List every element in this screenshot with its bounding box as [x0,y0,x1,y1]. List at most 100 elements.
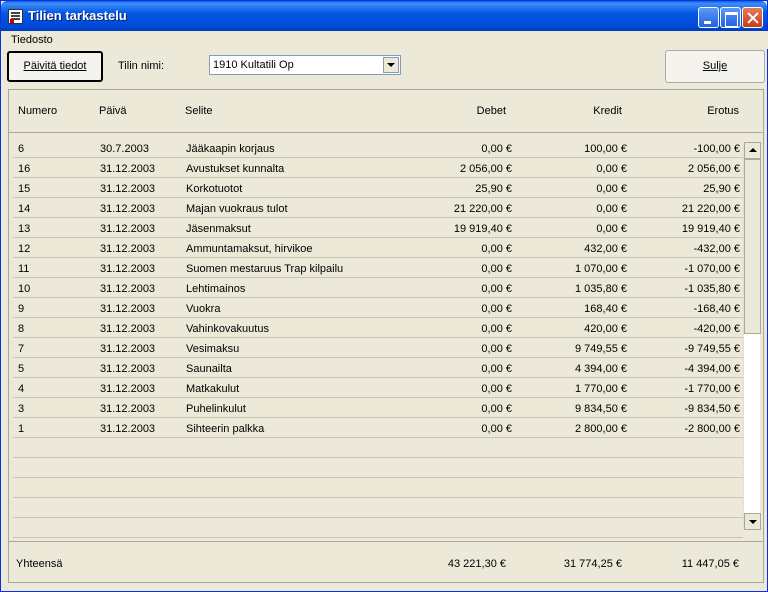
close-icon[interactable] [742,7,763,28]
cell-number: 11 [18,263,30,275]
totals-debet: 43 221,30 € [447,558,506,570]
cell-difference: 21 220,00 € [681,203,740,215]
account-name-label: Tilin nimi: [118,60,165,72]
cell-date: 31.12.2003 [100,363,156,375]
empty-row [13,518,743,538]
table-row[interactable]: 15 31.12.2003 Korkotuotot 25,90 € 0,00 € 25,9… [13,178,743,198]
cell-difference: -9 834,50 € [684,403,740,415]
table-row[interactable]: 3 31.12.2003 Puhelinkulut 0,00 € 9 834,50 € -… [13,398,743,418]
cell-number: 15 [18,183,31,195]
cell-number: 5 [18,363,25,375]
cell-kredit: 420,00 € [584,323,627,335]
table-row[interactable]: 16 31.12.2003 Avustukset kunnalta 2 056,00 … [13,158,743,178]
table-row[interactable]: 1 31.12.2003 Sihteerin palkka 0,00 € 2 800,0… [13,418,743,438]
table-row[interactable]: 8 31.12.2003 Vahinkovakuutus 0,00 € 420,00 €… [13,318,743,338]
cell-number: 13 [18,223,31,235]
cell-kredit: 0,00 € [596,183,627,195]
cell-difference: -9 749,55 € [684,343,740,355]
cell-difference: -1 035,80 € [684,283,740,295]
cell-difference: 25,90 € [703,183,740,195]
cell-kredit: 0,00 € [596,223,627,235]
cell-debet: 0,00 € [481,323,512,335]
header-debet[interactable]: Debet [477,105,506,117]
table-empty-area [13,438,743,538]
cell-difference: -432,00 € [693,243,740,255]
cell-debet: 0,00 € [481,303,512,315]
scroll-up-icon[interactable] [744,142,761,159]
table-row[interactable]: 12 31.12.2003 Ammuntamaksut, hirvikoe 0,00 … [13,238,743,258]
cell-description: Matkakulut [186,383,240,395]
cell-date: 31.12.2003 [100,163,156,175]
window-title: Tilien tarkastelu [28,8,127,23]
cell-date: 31.12.2003 [100,183,156,195]
cell-kredit: 100,00 € [584,143,627,155]
table-row[interactable]: 13 31.12.2003 Jäsenmaksut 19 919,40 € 0,00 €… [13,218,743,238]
cell-debet: 19 919,40 € [453,223,512,235]
table-row[interactable]: 7 31.12.2003 Vesimaksu 0,00 € 9 749,55 € -9 7… [13,338,743,358]
empty-row [13,438,743,458]
cell-number: 8 [18,323,25,335]
cell-kredit: 1 770,00 € [575,383,627,395]
refresh-button[interactable]: Päivitä tiedot [7,51,103,82]
cell-kredit: 432,00 € [584,243,627,255]
vertical-scrollbar[interactable] [743,142,761,530]
transactions-panel: Numero Päivä Selite Debet Kredit Erotus … [8,89,764,583]
table-row[interactable]: 14 31.12.2003 Majan vuokraus tulot 21 220,0… [13,198,743,218]
cell-difference: -168,40 € [693,303,740,315]
table-row[interactable]: 4 31.12.2003 Matkakulut 0,00 € 1 770,00 € -1 … [13,378,743,398]
cell-debet: 0,00 € [481,143,512,155]
cell-number: 4 [18,383,25,395]
scrollbar-thumb[interactable] [744,159,761,334]
refresh-button-label: Päivitä tiedot [23,60,87,72]
header-number[interactable]: Numero [18,105,57,117]
scroll-down-icon[interactable] [744,513,761,530]
cell-date: 31.12.2003 [100,323,156,335]
cell-kredit: 1 070,00 € [575,263,627,275]
cell-number: 7 [18,343,25,355]
cell-description: Avustukset kunnalta [186,163,285,175]
menu-file[interactable]: Tiedosto [11,34,53,46]
cell-debet: 0,00 € [481,403,512,415]
menu-bar: Tiedosto [2,31,768,49]
cell-date: 31.12.2003 [100,223,156,235]
totals-difference: 11 447,05 € [681,558,739,570]
table-row[interactable]: 5 31.12.2003 Saunailta 0,00 € 4 394,00 € -4 3… [13,358,743,378]
cell-description: Jääkaapin korjaus [186,143,275,155]
cell-number: 16 [18,163,31,175]
minimize-icon[interactable] [698,7,719,28]
cell-kredit: 168,40 € [584,303,627,315]
cell-kredit: 9 749,55 € [575,343,627,355]
cell-debet: 0,00 € [481,283,512,295]
cell-description: Lehtimainos [186,283,246,295]
cell-number: 3 [18,403,25,415]
table-row[interactable]: 10 31.12.2003 Lehtimainos 0,00 € 1 035,80 € -… [13,278,743,298]
cell-date: 31.12.2003 [100,263,156,275]
header-difference[interactable]: Erotus [707,105,739,117]
account-select[interactable]: 1910 Kultatili Op [209,55,401,75]
cell-difference: -2 800,00 € [684,423,740,435]
cell-difference: 2 056,00 € [688,163,740,175]
cell-date: 31.12.2003 [100,203,156,215]
dropdown-arrow-icon[interactable] [383,57,399,73]
cell-description: Majan vuokraus tulot [186,203,288,215]
header-date[interactable]: Päivä [99,105,127,117]
header-kredit[interactable]: Kredit [593,105,622,117]
cell-debet: 0,00 € [481,363,512,375]
cell-date: 31.12.2003 [100,383,156,395]
table-row[interactable]: 11 31.12.2003 Suomen mestaruus Trap kilpai… [13,258,743,278]
close-button[interactable]: Sulje [665,50,765,83]
cell-difference: -420,00 € [693,323,740,335]
cell-date: 30.7.2003 [100,143,149,155]
table-row[interactable]: 6 30.7.2003 Jääkaapin korjaus 0,00 € 100,00 … [13,138,743,158]
cell-difference: -100,00 € [693,143,740,155]
header-description[interactable]: Selite [185,105,213,117]
table-row[interactable]: 9 31.12.2003 Vuokra 0,00 € 168,40 € -168,40 € [13,298,743,318]
maximize-icon[interactable] [720,7,741,28]
title-bar[interactable]: Tilien tarkastelu [1,1,767,31]
cell-kredit: 2 800,00 € [575,423,627,435]
cell-description: Suomen mestaruus Trap kilpailu [186,263,344,275]
cell-kredit: 0,00 € [596,163,627,175]
cell-date: 31.12.2003 [100,403,156,415]
cell-number: 1 [18,423,25,435]
cell-kredit: 0,00 € [596,203,627,215]
